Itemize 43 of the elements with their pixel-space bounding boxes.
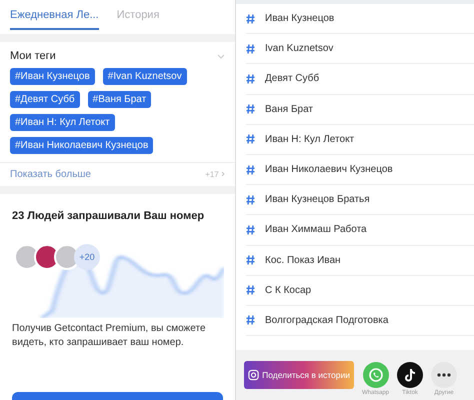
hashtag-icon <box>246 315 255 326</box>
tag-item[interactable]: Волгоградская Подготовка <box>265 314 388 326</box>
tag-item[interactable]: С К Косар <box>265 284 312 296</box>
hashtag-icon <box>246 285 255 296</box>
hashtag-icon <box>246 44 255 54</box>
tag-chip[interactable]: #Ivan Kuznetsov <box>102 68 187 85</box>
chevron-icon[interactable] <box>217 54 225 58</box>
hashtag-icon <box>246 104 255 114</box>
hashtag-icon <box>246 14 255 24</box>
share-app-button[interactable] <box>431 362 458 388</box>
hashtag-icon <box>246 224 255 235</box>
tag-item[interactable]: Иван Кузнецов <box>265 13 334 24</box>
music-note-icon <box>403 367 418 383</box>
tag-chip[interactable]: #Иван Н: Кул Летокт <box>10 114 115 131</box>
tag-item[interactable]: Ваня Брат <box>265 104 313 115</box>
card-title: 23 Людей запрашивали Ваш номер <box>12 210 206 222</box>
tag-item[interactable]: Ivan Kuznetsov <box>265 43 334 54</box>
more-count: +17 <box>205 170 225 179</box>
tag-chip[interactable]: #Иван Николаевич Кузнецов <box>10 137 154 154</box>
chevron-right-icon <box>221 171 225 177</box>
tag-item[interactable]: Иван Николаевич Кузнецов <box>265 164 393 176</box>
tab[interactable]: Ежедневная Ле... <box>10 0 99 30</box>
hashtag-icon <box>246 74 255 84</box>
card-title: Мои теги <box>10 50 56 62</box>
tag-item[interactable]: Иван Кузнецов Братья <box>265 194 370 206</box>
tag-chip[interactable]: #Девят Субб <box>10 91 80 108</box>
tag-chip[interactable]: #Иван Кузнецов <box>10 68 95 85</box>
premium-text: Получив Getcontact Premium, вы сможете видеть, кто запрашивает ваш номер. <box>12 322 207 349</box>
camera-icon <box>248 369 260 381</box>
hashtag-icon <box>246 164 255 175</box>
share-app-button[interactable] <box>397 362 424 388</box>
hashtag-icon <box>246 194 255 205</box>
tag-item[interactable]: Иван Н: Кул Летокт <box>265 134 354 145</box>
more-icon <box>437 373 452 377</box>
share-story-button[interactable]: Поделиться в истории <box>244 361 354 389</box>
tag-item[interactable]: Иван Химмаш Работа <box>265 224 367 236</box>
tag-item[interactable]: Девят Субб <box>265 73 320 84</box>
hashtag-icon <box>246 134 255 144</box>
tag-chip[interactable]: #Ваня Брат <box>88 91 152 108</box>
extra-count: +20 <box>74 244 100 270</box>
phone-bubble-icon <box>368 367 384 383</box>
hashtag-icon <box>246 255 255 266</box>
tag-item[interactable]: Кос. Показ Иван <box>265 254 341 266</box>
